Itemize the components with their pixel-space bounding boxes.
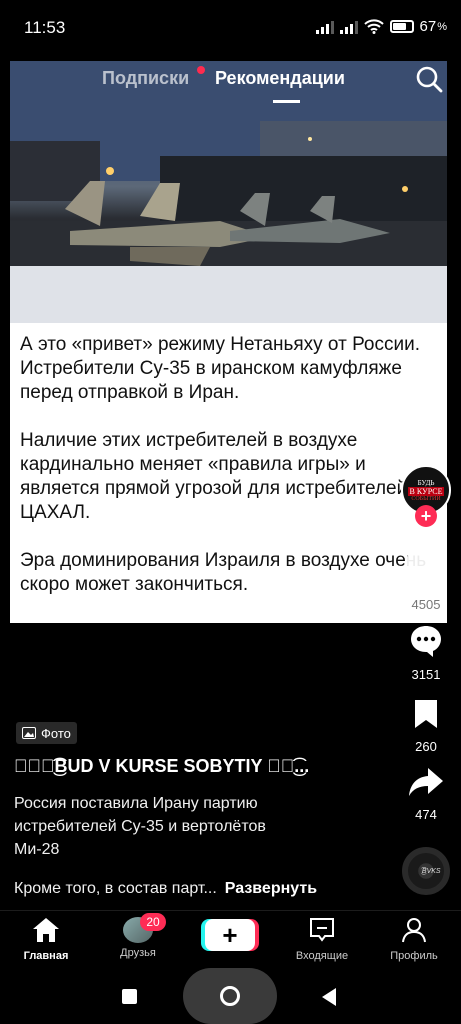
author-name[interactable]: ⪩ঔৣ͜͡BUD V KURSE SOBYTIY ঔৣ͜͡... — [14, 756, 309, 777]
nav-inbox-label: Входящие — [295, 950, 349, 962]
nav-home[interactable]: Главная — [6, 917, 86, 962]
create-button[interactable]: + — [205, 919, 255, 951]
snow-ground — [10, 266, 447, 323]
caption-text: Россия поставила Ирану партию истребител… — [14, 795, 266, 858]
save-button[interactable]: 260 — [395, 698, 457, 754]
photo-badge: Фото — [16, 722, 77, 744]
like-button[interactable]: 4505 — [395, 552, 457, 612]
post-text: А это «привет» режиму Нетаньяху от Росси… — [20, 333, 440, 621]
status-icons: 67% — [315, 18, 447, 35]
comment-count: 3151 — [411, 667, 441, 682]
status-bar: 11:53 67% — [0, 0, 461, 56]
expand-button[interactable]: Развернуть — [225, 880, 317, 897]
music-disc[interactable]: ঔৣ͜͡BVKS — [402, 847, 450, 895]
recents-icon[interactable] — [122, 989, 137, 1004]
system-home-button[interactable] — [183, 968, 277, 1024]
creator-avatar[interactable]: БУДЬ В КУРСЕ СОБЫТИЙ + — [395, 465, 457, 527]
comment-icon — [411, 626, 441, 657]
post-paragraph-1: А это «привет» режиму Нетаньяху от Росси… — [20, 334, 420, 403]
nav-friends-label: Друзья — [120, 947, 156, 959]
wifi-icon — [363, 19, 384, 34]
post-paragraph-2: Наличие этих истребителей в воздухе кард… — [20, 430, 408, 523]
tab-recommendations[interactable]: Рекомендации — [215, 68, 345, 89]
caption-more: Кроме того, в состав парт... Развернуть — [14, 880, 317, 898]
profile-icon — [402, 918, 426, 943]
follow-button[interactable]: + — [415, 505, 437, 527]
friends-badge: 20 — [140, 913, 166, 931]
photo-icon — [22, 727, 36, 739]
avatar-line-1: БУДЬ — [417, 478, 435, 487]
share-icon — [409, 768, 443, 796]
battery-icon — [389, 20, 414, 33]
nav-inbox[interactable]: Входящие — [282, 917, 362, 962]
post-paragraph-3: Эра доминирования Израиля в воздухе очен… — [20, 550, 427, 595]
like-count: 4505 — [411, 597, 441, 612]
feed-tabs: Подписки Рекомендации — [0, 66, 461, 106]
inbox-icon — [310, 918, 334, 942]
save-count: 260 — [415, 739, 437, 754]
notification-dot — [197, 66, 205, 74]
bottom-nav: Главная Друзья 20 + Входящие Профиль — [0, 910, 461, 968]
music-label: ঔৣ͜͡BVKS — [411, 867, 441, 875]
status-time: 11:53 — [24, 18, 66, 37]
post-image[interactable]: А это «привет» режиму Нетаньяху от Росси… — [10, 61, 447, 623]
battery-level: 67 — [419, 18, 437, 35]
nav-profile-label: Профиль — [390, 950, 438, 962]
tab-subscriptions[interactable]: Подписки — [102, 68, 189, 89]
active-tab-indicator — [273, 100, 300, 103]
home-icon — [33, 918, 59, 942]
avatar-line-2: В КУРСЕ — [407, 486, 445, 496]
caption-truncated: Кроме того, в состав парт... — [14, 880, 217, 897]
share-count: 474 — [415, 807, 437, 822]
search-icon[interactable] — [414, 64, 444, 94]
comment-button[interactable]: 3151 — [395, 624, 457, 682]
avatar-line-3: СОБЫТИЙ — [411, 495, 441, 502]
percent-sign: % — [437, 20, 447, 33]
share-button[interactable]: 474 — [395, 766, 457, 822]
nav-profile[interactable]: Профиль — [374, 917, 454, 962]
system-nav — [0, 968, 461, 1024]
signal-icon — [315, 20, 334, 34]
nav-home-label: Главная — [23, 950, 69, 962]
photo-badge-label: Фото — [41, 725, 71, 741]
signal-icon-2 — [339, 20, 358, 34]
home-circle-icon — [220, 986, 240, 1006]
nav-friends[interactable]: Друзья — [98, 917, 178, 959]
heart-icon — [406, 552, 446, 586]
back-icon[interactable] — [322, 988, 336, 1006]
bookmark-icon — [415, 700, 437, 728]
